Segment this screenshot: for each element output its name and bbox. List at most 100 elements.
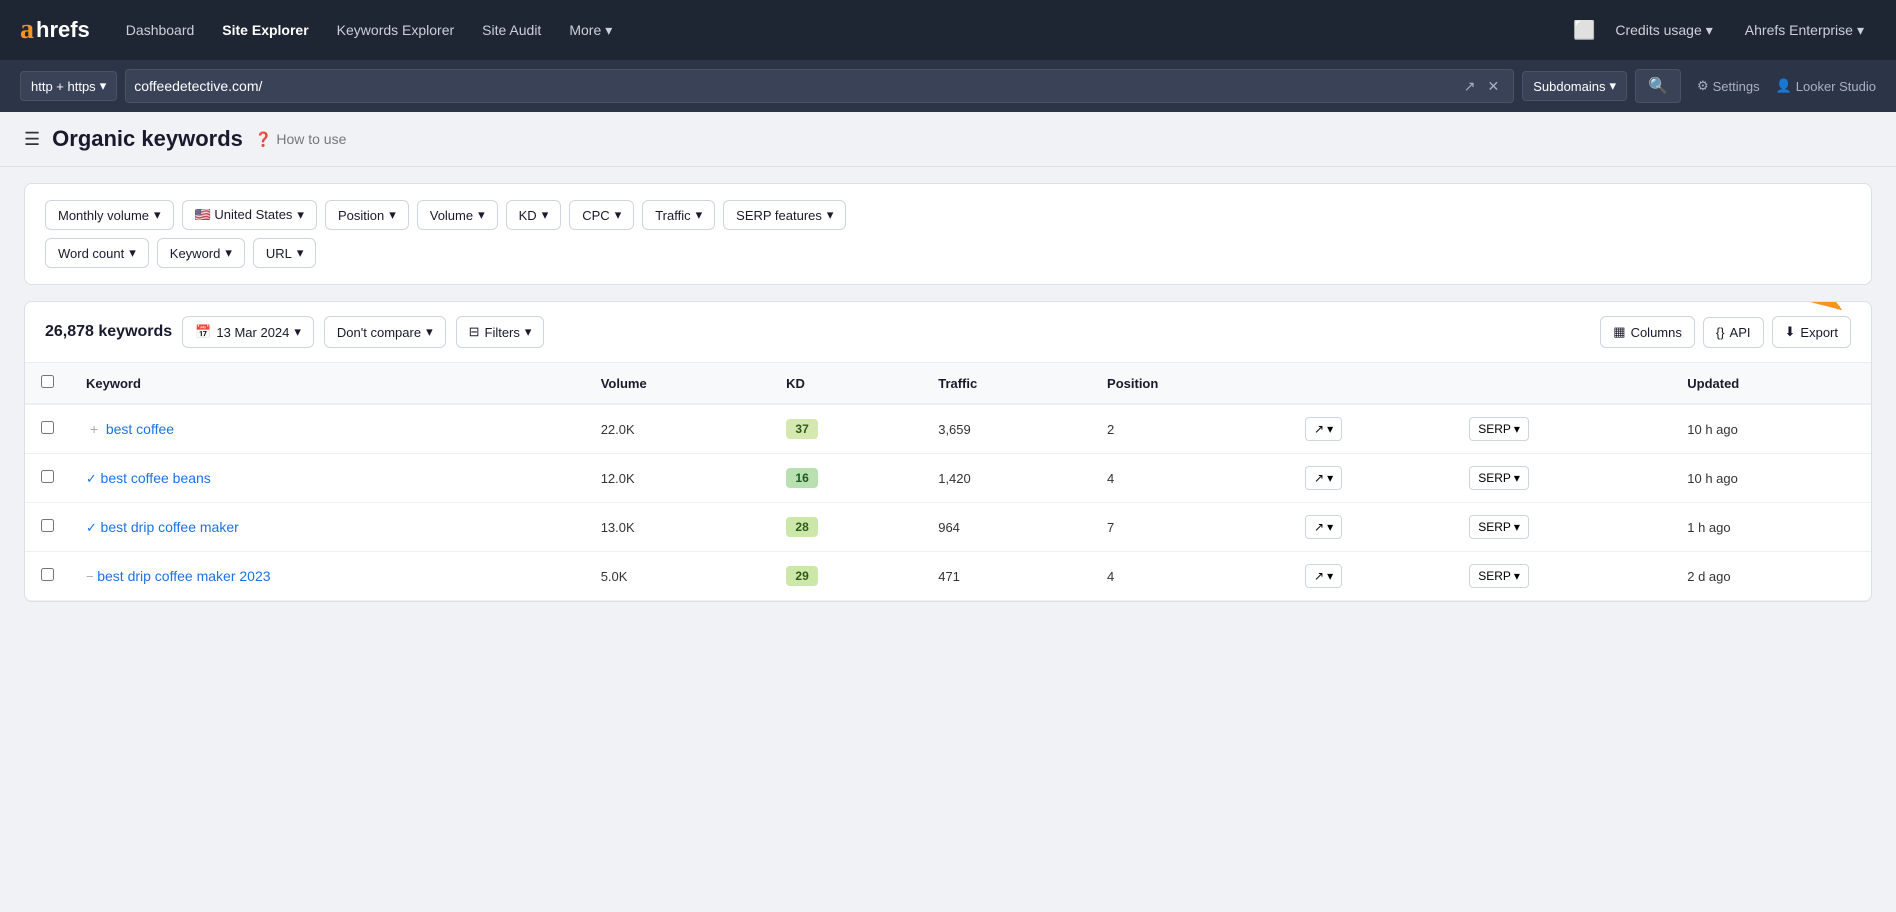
filters-button[interactable]: ⊟ Filters ▾ (456, 316, 545, 348)
url-filter[interactable]: URL ▾ (253, 238, 317, 268)
volume-filter[interactable]: Volume ▾ (417, 200, 498, 230)
page-header: ☰ Organic keywords ❓ How to use (0, 112, 1896, 167)
header-keyword: Keyword (70, 363, 585, 404)
nav-site-explorer[interactable]: Site Explorer (210, 14, 320, 46)
row-checkbox[interactable] (41, 519, 54, 532)
header-traffic: Traffic (922, 363, 1091, 404)
row-serp-cell: SERP ▾ (1453, 552, 1671, 601)
word-count-filter[interactable]: Word count ▾ (45, 238, 149, 268)
row-checkbox[interactable] (41, 470, 54, 483)
compare-chevron-icon: ▾ (426, 324, 433, 340)
traffic-filter[interactable]: Traffic ▾ (642, 200, 715, 230)
columns-button[interactable]: ▦ Columns (1600, 316, 1695, 348)
position-filter[interactable]: Position ▾ (325, 200, 409, 230)
how-to-use-link[interactable]: ❓ How to use (255, 131, 346, 148)
header-serp (1453, 363, 1671, 404)
export-button[interactable]: ⬇ Export (1772, 316, 1851, 348)
header-trend (1289, 363, 1453, 404)
date-picker-button[interactable]: 📅 13 Mar 2024 ▾ (182, 316, 314, 348)
settings-link[interactable]: ⚙ Settings (1697, 78, 1760, 94)
looker-studio-link[interactable]: 👤 Looker Studio (1776, 78, 1876, 94)
subdomains-select[interactable]: Subdomains ▾ (1522, 71, 1627, 101)
header-updated: Updated (1671, 363, 1871, 404)
date-chevron-icon: ▾ (294, 324, 301, 340)
keywords-count: 26,878 keywords (45, 323, 172, 341)
row-check-icon[interactable]: ✓ (86, 520, 97, 535)
keywords-table: Keyword Volume KD Traffic Position Updat… (25, 363, 1871, 601)
toolbar-right: ▦ Columns {} API (1600, 316, 1851, 348)
table-row: ✓ best drip coffee maker 13.0K 28 964 7 … (25, 503, 1871, 552)
nav-enterprise[interactable]: Ahrefs Enterprise ▾ (1733, 14, 1876, 47)
row-trend-cell: ↗ ▾ (1289, 404, 1453, 454)
url-bar: http + https ▾ ↗ ✕ Subdomains ▾ 🔍 ⚙ Sett… (0, 60, 1896, 112)
row-checkbox[interactable] (41, 568, 54, 581)
more-chevron-icon: ▾ (605, 22, 612, 39)
country-chevron-icon: ▾ (297, 207, 304, 223)
row-trend-cell: ↗ ▾ (1289, 552, 1453, 601)
filters-chevron-icon: ▾ (525, 324, 532, 340)
row-traffic-cell: 3,659 (922, 404, 1091, 454)
trend-chevron-icon: ▾ (1327, 471, 1333, 485)
nav-credits-usage[interactable]: Credits usage ▾ (1603, 14, 1724, 47)
search-button[interactable]: 🔍 (1635, 69, 1681, 103)
cpc-filter[interactable]: CPC ▾ (569, 200, 634, 230)
monthly-volume-chevron-icon: ▾ (154, 207, 161, 223)
trend-icon: ↗ (1314, 471, 1324, 485)
filter-row-2: Word count ▾ Keyword ▾ URL ▾ (45, 238, 1851, 268)
row-kd-cell: 37 (770, 404, 922, 454)
serp-button[interactable]: SERP ▾ (1469, 417, 1529, 441)
serp-button[interactable]: SERP ▾ (1469, 564, 1529, 588)
row-minus-icon[interactable]: − (86, 569, 94, 584)
row-check-icon[interactable]: ✓ (86, 471, 97, 486)
trend-button[interactable]: ↗ ▾ (1305, 564, 1342, 588)
credits-chevron-icon: ▾ (1706, 22, 1713, 39)
row-volume-cell: 12.0K (585, 454, 770, 503)
keyword-filter[interactable]: Keyword ▾ (157, 238, 245, 268)
nav-keywords-explorer[interactable]: Keywords Explorer (325, 14, 467, 46)
header-kd: KD (770, 363, 922, 404)
url-input[interactable] (134, 78, 1458, 94)
row-volume-cell: 13.0K (585, 503, 770, 552)
row-checkbox[interactable] (41, 421, 54, 434)
logo[interactable]: a hrefs (20, 14, 90, 46)
keyword-chevron-icon: ▾ (225, 245, 232, 261)
keyword-link[interactable]: best drip coffee maker 2023 (97, 568, 270, 584)
protocol-select[interactable]: http + https ▾ (20, 71, 117, 101)
serp-button[interactable]: SERP ▾ (1469, 515, 1529, 539)
kd-filter[interactable]: KD ▾ (506, 200, 562, 230)
nav-dashboard[interactable]: Dashboard (114, 14, 207, 46)
row-keyword-cell: ✓ best coffee beans (70, 454, 585, 503)
serp-button[interactable]: SERP ▾ (1469, 466, 1529, 490)
nav-more[interactable]: More ▾ (557, 14, 624, 47)
trend-button[interactable]: ↗ ▾ (1305, 515, 1342, 539)
trend-button[interactable]: ↗ ▾ (1305, 417, 1342, 441)
monitor-icon[interactable]: ⬜ (1573, 20, 1595, 41)
keyword-link[interactable]: best coffee beans (101, 470, 211, 486)
filter-row-1: Monthly volume ▾ 🇺🇸 United States ▾ Posi… (45, 200, 1851, 230)
monthly-volume-filter[interactable]: Monthly volume ▾ (45, 200, 174, 230)
row-checkbox-cell (25, 404, 70, 454)
nav-site-audit[interactable]: Site Audit (470, 14, 553, 46)
row-add-icon[interactable]: + (86, 419, 102, 439)
logo-hrefs-text: hrefs (36, 17, 90, 43)
open-url-button[interactable]: ↗ (1458, 74, 1482, 99)
clear-url-button[interactable]: ✕ (1481, 74, 1505, 99)
kd-badge: 16 (786, 468, 818, 488)
api-button[interactable]: {} API (1703, 317, 1764, 348)
hamburger-menu[interactable]: ☰ (24, 129, 40, 150)
row-updated-cell: 2 d ago (1671, 552, 1871, 601)
row-keyword-cell: + best coffee (70, 404, 585, 454)
header-volume: Volume (585, 363, 770, 404)
export-icon: ⬇ (1785, 324, 1796, 340)
trend-button[interactable]: ↗ ▾ (1305, 466, 1342, 490)
table-row: ✓ best coffee beans 12.0K 16 1,420 4 ↗ ▾ (25, 454, 1871, 503)
select-all-checkbox[interactable] (41, 375, 54, 388)
row-updated-cell: 10 h ago (1671, 404, 1871, 454)
keyword-link[interactable]: best coffee (106, 421, 174, 437)
compare-button[interactable]: Don't compare ▾ (324, 316, 446, 348)
country-filter[interactable]: 🇺🇸 United States ▾ (182, 200, 317, 230)
keyword-link[interactable]: best drip coffee maker (101, 519, 239, 535)
row-serp-cell: SERP ▾ (1453, 454, 1671, 503)
row-position-cell: 2 (1091, 404, 1289, 454)
serp-features-filter[interactable]: SERP features ▾ (723, 200, 846, 230)
